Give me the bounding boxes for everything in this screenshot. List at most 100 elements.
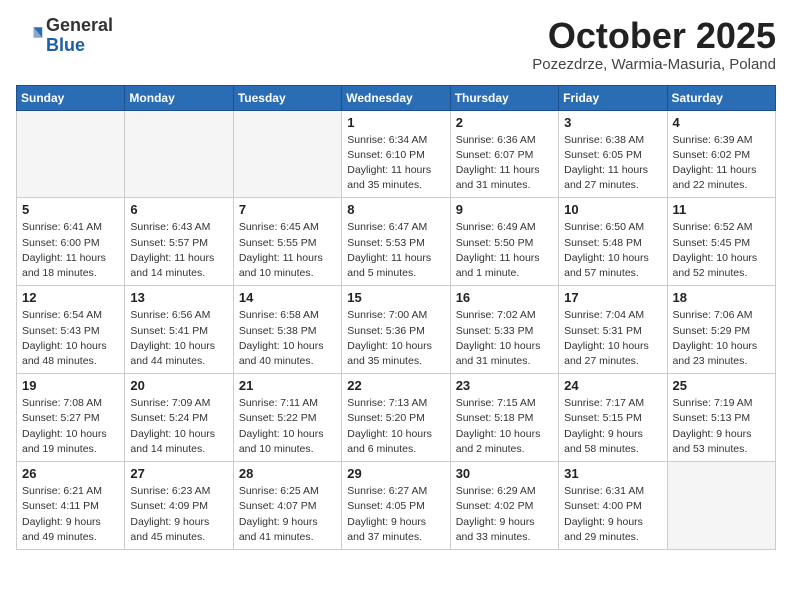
day-info: Sunrise: 6:34 AMSunset: 6:10 PMDaylight:… <box>347 133 444 194</box>
calendar-cell: 18 Sunrise: 7:06 AMSunset: 5:29 PMDayligh… <box>667 286 775 374</box>
calendar-cell: 12Sunrise: 6:54 AMSunset: 5:43 PMDayligh… <box>17 286 125 374</box>
day-info: Sunrise: 6:39 AMSunset: 6:02 PMDaylight:… <box>673 133 770 194</box>
day-number: 21 <box>239 378 336 393</box>
day-number: 24 <box>564 378 661 393</box>
day-info: Sunrise: 7:06 AMSunset: 5:29 PMDaylight:… <box>673 308 770 369</box>
day-header-wednesday: Wednesday <box>342 85 450 110</box>
day-number: 11 <box>673 202 770 217</box>
week-row-1: 1 Sunrise: 6:34 AMSunset: 6:10 PMDaylight… <box>17 110 776 198</box>
day-info: Sunrise: 7:09 AMSunset: 5:24 PMDaylight:… <box>130 396 227 457</box>
calendar-cell: 15 Sunrise: 7:00 AMSunset: 5:36 PMDayligh… <box>342 286 450 374</box>
day-info: Sunrise: 7:17 AMSunset: 5:15 PMDaylight:… <box>564 396 661 457</box>
day-info: Sunrise: 7:13 AMSunset: 5:20 PMDaylight:… <box>347 396 444 457</box>
calendar-cell: 13 Sunrise: 6:56 AMSunset: 5:41 PMDayligh… <box>125 286 233 374</box>
day-info: Sunrise: 6:50 AMSunset: 5:48 PMDaylight:… <box>564 220 661 281</box>
day-number: 5 <box>22 202 119 217</box>
calendar-header-row: SundayMondayTuesdayWednesdayThursdayFrid… <box>17 85 776 110</box>
day-number: 13 <box>130 290 227 305</box>
week-row-3: 12Sunrise: 6:54 AMSunset: 5:43 PMDayligh… <box>17 286 776 374</box>
calendar-cell: 25 Sunrise: 7:19 AMSunset: 5:13 PMDayligh… <box>667 374 775 462</box>
day-info: Sunrise: 7:19 AMSunset: 5:13 PMDaylight:… <box>673 396 770 457</box>
logo-icon <box>16 22 44 50</box>
day-number: 12 <box>22 290 119 305</box>
calendar-cell: 30 Sunrise: 6:29 AMSunset: 4:02 PMDayligh… <box>450 462 558 550</box>
day-info: Sunrise: 7:11 AMSunset: 5:22 PMDaylight:… <box>239 396 336 457</box>
day-number: 18 <box>673 290 770 305</box>
calendar-cell: 8Sunrise: 6:47 AMSunset: 5:53 PMDaylight… <box>342 198 450 286</box>
day-info: Sunrise: 6:31 AMSunset: 4:00 PMDaylight:… <box>564 484 661 545</box>
day-number: 23 <box>456 378 553 393</box>
day-info: Sunrise: 7:02 AMSunset: 5:33 PMDaylight:… <box>456 308 553 369</box>
day-number: 6 <box>130 202 227 217</box>
day-info: Sunrise: 6:21 AMSunset: 4:11 PMDaylight:… <box>22 484 119 545</box>
week-row-2: 5 Sunrise: 6:41 AMSunset: 6:00 PMDaylight… <box>17 198 776 286</box>
week-row-4: 19Sunrise: 7:08 AMSunset: 5:27 PMDayligh… <box>17 374 776 462</box>
calendar-cell: 1 Sunrise: 6:34 AMSunset: 6:10 PMDaylight… <box>342 110 450 198</box>
day-number: 30 <box>456 466 553 481</box>
calendar-cell: 5 Sunrise: 6:41 AMSunset: 6:00 PMDaylight… <box>17 198 125 286</box>
calendar-cell: 2 Sunrise: 6:36 AMSunset: 6:07 PMDaylight… <box>450 110 558 198</box>
calendar-cell: 31 Sunrise: 6:31 AMSunset: 4:00 PMDayligh… <box>559 462 667 550</box>
day-header-friday: Friday <box>559 85 667 110</box>
calendar-cell: 27Sunrise: 6:23 AMSunset: 4:09 PMDayligh… <box>125 462 233 550</box>
day-info: Sunrise: 6:29 AMSunset: 4:02 PMDaylight:… <box>456 484 553 545</box>
day-info: Sunrise: 6:41 AMSunset: 6:00 PMDaylight:… <box>22 220 119 281</box>
day-info: Sunrise: 6:47 AMSunset: 5:53 PMDaylight:… <box>347 220 444 281</box>
calendar-cell: 7 Sunrise: 6:45 AMSunset: 5:55 PMDaylight… <box>233 198 341 286</box>
calendar-cell: 29 Sunrise: 6:27 AMSunset: 4:05 PMDayligh… <box>342 462 450 550</box>
day-header-sunday: Sunday <box>17 85 125 110</box>
day-info: Sunrise: 6:38 AMSunset: 6:05 PMDaylight:… <box>564 133 661 194</box>
location-subtitle: Pozezdrze, Warmia-Masuria, Poland <box>532 56 776 73</box>
calendar-cell: 14Sunrise: 6:58 AMSunset: 5:38 PMDayligh… <box>233 286 341 374</box>
day-number: 9 <box>456 202 553 217</box>
calendar-cell <box>667 462 775 550</box>
calendar-cell: 19Sunrise: 7:08 AMSunset: 5:27 PMDayligh… <box>17 374 125 462</box>
calendar-cell: 20 Sunrise: 7:09 AMSunset: 5:24 PMDayligh… <box>125 374 233 462</box>
day-number: 7 <box>239 202 336 217</box>
day-info: Sunrise: 7:04 AMSunset: 5:31 PMDaylight:… <box>564 308 661 369</box>
calendar-cell: 10 Sunrise: 6:50 AMSunset: 5:48 PMDayligh… <box>559 198 667 286</box>
calendar-cell <box>233 110 341 198</box>
calendar-cell: 6 Sunrise: 6:43 AMSunset: 5:57 PMDaylight… <box>125 198 233 286</box>
day-info: Sunrise: 7:15 AMSunset: 5:18 PMDaylight:… <box>456 396 553 457</box>
day-number: 29 <box>347 466 444 481</box>
logo: General Blue <box>16 16 113 56</box>
month-title: October 2025 <box>532 16 776 56</box>
day-info: Sunrise: 7:08 AMSunset: 5:27 PMDaylight:… <box>22 396 119 457</box>
calendar-cell: 24 Sunrise: 7:17 AMSunset: 5:15 PMDayligh… <box>559 374 667 462</box>
calendar-cell <box>125 110 233 198</box>
day-header-tuesday: Tuesday <box>233 85 341 110</box>
calendar-cell: 28 Sunrise: 6:25 AMSunset: 4:07 PMDayligh… <box>233 462 341 550</box>
day-header-saturday: Saturday <box>667 85 775 110</box>
day-number: 26 <box>22 466 119 481</box>
day-info: Sunrise: 6:58 AMSunset: 5:38 PMDaylight:… <box>239 308 336 369</box>
day-number: 28 <box>239 466 336 481</box>
day-info: Sunrise: 6:25 AMSunset: 4:07 PMDaylight:… <box>239 484 336 545</box>
day-number: 20 <box>130 378 227 393</box>
calendar-cell: 22Sunrise: 7:13 AMSunset: 5:20 PMDayligh… <box>342 374 450 462</box>
day-number: 10 <box>564 202 661 217</box>
week-row-5: 26 Sunrise: 6:21 AMSunset: 4:11 PMDayligh… <box>17 462 776 550</box>
calendar-cell: 17Sunrise: 7:04 AMSunset: 5:31 PMDayligh… <box>559 286 667 374</box>
calendar-cell: 26 Sunrise: 6:21 AMSunset: 4:11 PMDayligh… <box>17 462 125 550</box>
calendar-cell: 16 Sunrise: 7:02 AMSunset: 5:33 PMDayligh… <box>450 286 558 374</box>
day-number: 1 <box>347 115 444 130</box>
day-number: 25 <box>673 378 770 393</box>
calendar-cell: 3Sunrise: 6:38 AMSunset: 6:05 PMDaylight… <box>559 110 667 198</box>
day-info: Sunrise: 6:27 AMSunset: 4:05 PMDaylight:… <box>347 484 444 545</box>
day-info: Sunrise: 6:43 AMSunset: 5:57 PMDaylight:… <box>130 220 227 281</box>
day-info: Sunrise: 6:49 AMSunset: 5:50 PMDaylight:… <box>456 220 553 281</box>
day-info: Sunrise: 7:00 AMSunset: 5:36 PMDaylight:… <box>347 308 444 369</box>
calendar-cell <box>17 110 125 198</box>
day-number: 16 <box>456 290 553 305</box>
day-info: Sunrise: 6:23 AMSunset: 4:09 PMDaylight:… <box>130 484 227 545</box>
day-info: Sunrise: 6:56 AMSunset: 5:41 PMDaylight:… <box>130 308 227 369</box>
day-number: 31 <box>564 466 661 481</box>
day-info: Sunrise: 6:52 AMSunset: 5:45 PMDaylight:… <box>673 220 770 281</box>
day-info: Sunrise: 6:45 AMSunset: 5:55 PMDaylight:… <box>239 220 336 281</box>
calendar-cell: 4Sunrise: 6:39 AMSunset: 6:02 PMDaylight… <box>667 110 775 198</box>
day-info: Sunrise: 6:36 AMSunset: 6:07 PMDaylight:… <box>456 133 553 194</box>
day-number: 2 <box>456 115 553 130</box>
calendar-cell: 9 Sunrise: 6:49 AMSunset: 5:50 PMDaylight… <box>450 198 558 286</box>
day-number: 15 <box>347 290 444 305</box>
